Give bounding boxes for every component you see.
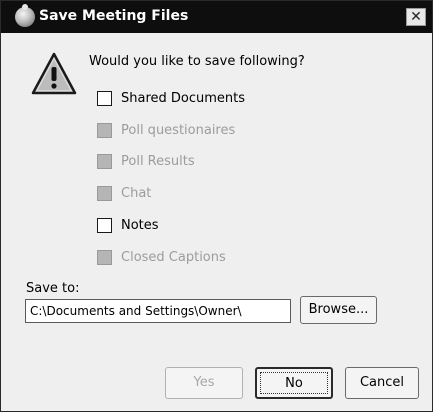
browse-button[interactable]: Browse... — [300, 296, 377, 324]
close-icon: ✕ — [410, 9, 422, 25]
shared-documents-label: Shared Documents — [121, 91, 246, 106]
closed-captions-label: Closed Captions — [121, 250, 226, 265]
save-meeting-files-dialog: Save Meeting Files ✕ Would you like to s… — [0, 0, 433, 412]
chat-label: Chat — [121, 186, 152, 201]
poll-questionaires-label: Poll questionaires — [121, 123, 236, 138]
save-path-input[interactable] — [25, 299, 291, 323]
question-text: Would you like to save following? — [89, 54, 305, 69]
chat-checkbox — [97, 186, 112, 201]
poll-questionaires-checkbox — [97, 123, 112, 138]
no-button[interactable]: No — [255, 367, 333, 399]
save-to-label: Save to: — [26, 281, 80, 296]
app-globe-icon — [15, 4, 35, 27]
shared-documents-checkbox[interactable] — [97, 91, 112, 106]
window-title: Save Meeting Files — [39, 8, 189, 24]
warning-icon — [31, 52, 77, 95]
cancel-button[interactable]: Cancel — [345, 367, 419, 399]
close-button[interactable]: ✕ — [406, 8, 426, 26]
no-button-label: No — [285, 376, 303, 391]
closed-captions-checkbox — [97, 250, 112, 265]
title-bar[interactable]: Save Meeting Files ✕ — [1, 1, 432, 33]
poll-results-label: Poll Results — [121, 154, 195, 169]
notes-checkbox[interactable] — [97, 218, 112, 233]
poll-results-checkbox — [97, 154, 112, 169]
yes-button: Yes — [165, 367, 243, 399]
notes-label: Notes — [121, 218, 159, 233]
